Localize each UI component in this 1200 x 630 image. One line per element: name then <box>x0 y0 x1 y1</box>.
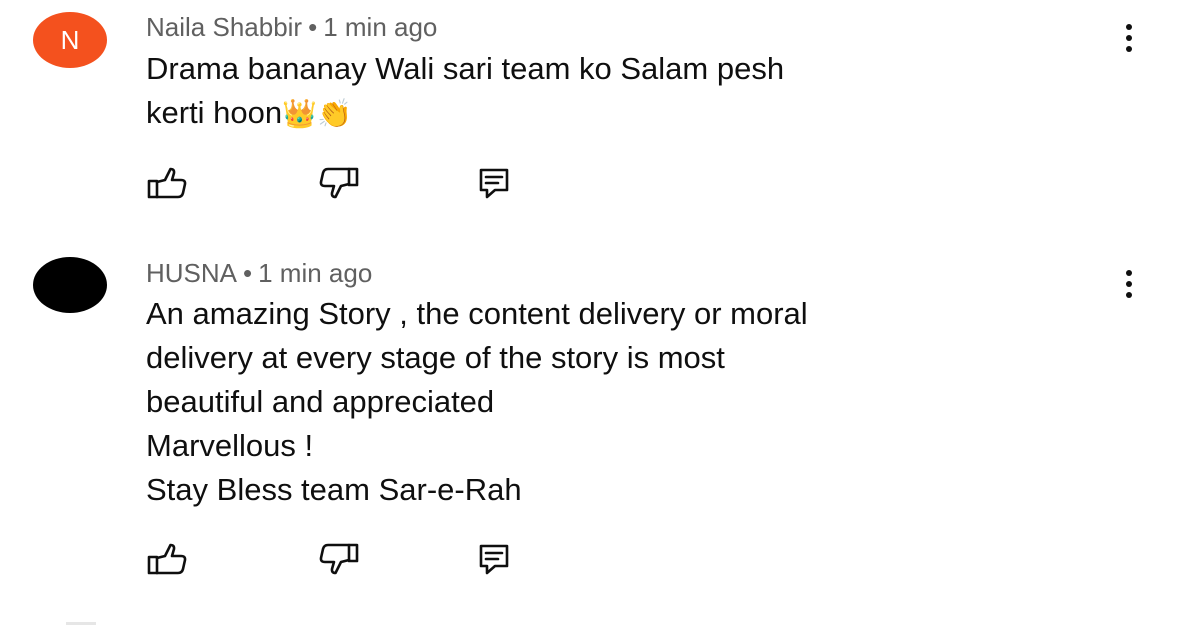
comment-text: Drama bananay Wali sari team ko Salam pe… <box>146 47 1106 136</box>
meta-separator: • <box>243 258 253 288</box>
thumbs-down-icon <box>319 543 359 575</box>
comment-time: 1 min ago <box>258 258 373 288</box>
comment-actions <box>0 163 1200 203</box>
author-name[interactable]: HUSNA <box>146 258 237 288</box>
comment-item: N Naila Shabbir • 1 min ago Drama bananay … <box>0 0 1200 225</box>
comment-reply-icon <box>479 168 509 199</box>
reply-button[interactable] <box>472 163 516 203</box>
comment-line: Stay Bless team Sar-e-Rah <box>146 472 522 507</box>
thumbs-up-icon <box>147 543 187 575</box>
comment-line: kerti hoon👑👏 <box>146 95 352 130</box>
comment-actions <box>0 539 1200 579</box>
comment-line: delivery at every stage of the story is … <box>146 340 725 375</box>
comment-meta: Naila Shabbir • 1 min ago <box>146 12 437 43</box>
more-vertical-icon <box>1126 24 1132 30</box>
like-button[interactable] <box>145 163 189 203</box>
thumbs-down-icon <box>319 167 359 199</box>
more-options-button[interactable] <box>1112 264 1146 304</box>
comment-meta: HUSNA • 1 min ago <box>146 258 372 289</box>
emoji-crown-clap: 👑👏 <box>282 97 352 130</box>
avatar[interactable]: N <box>33 12 107 68</box>
meta-separator: • <box>308 12 318 42</box>
comment-line: Marvellous ! <box>146 428 314 463</box>
avatar[interactable] <box>33 257 107 313</box>
comment-line: An amazing Story , the content delivery … <box>146 296 808 331</box>
more-options-button[interactable] <box>1112 18 1146 58</box>
comment-line: beautiful and appreciated <box>146 384 495 419</box>
next-comment-edge <box>66 622 96 625</box>
comment-item: HUSNA • 1 min ago An amazing Story , the c… <box>0 245 1200 630</box>
comment-line: Drama bananay Wali sari team ko Salam pe… <box>146 51 785 86</box>
author-name[interactable]: Naila Shabbir <box>146 12 302 42</box>
dislike-button[interactable] <box>317 163 361 203</box>
thumbs-up-icon <box>147 167 187 199</box>
more-vertical-icon <box>1126 270 1132 276</box>
comment-reply-icon <box>479 544 509 575</box>
reply-button[interactable] <box>472 539 516 579</box>
dislike-button[interactable] <box>317 539 361 579</box>
comment-time: 1 min ago <box>323 12 438 42</box>
like-button[interactable] <box>145 539 189 579</box>
comment-text: An amazing Story , the content delivery … <box>146 292 1106 512</box>
